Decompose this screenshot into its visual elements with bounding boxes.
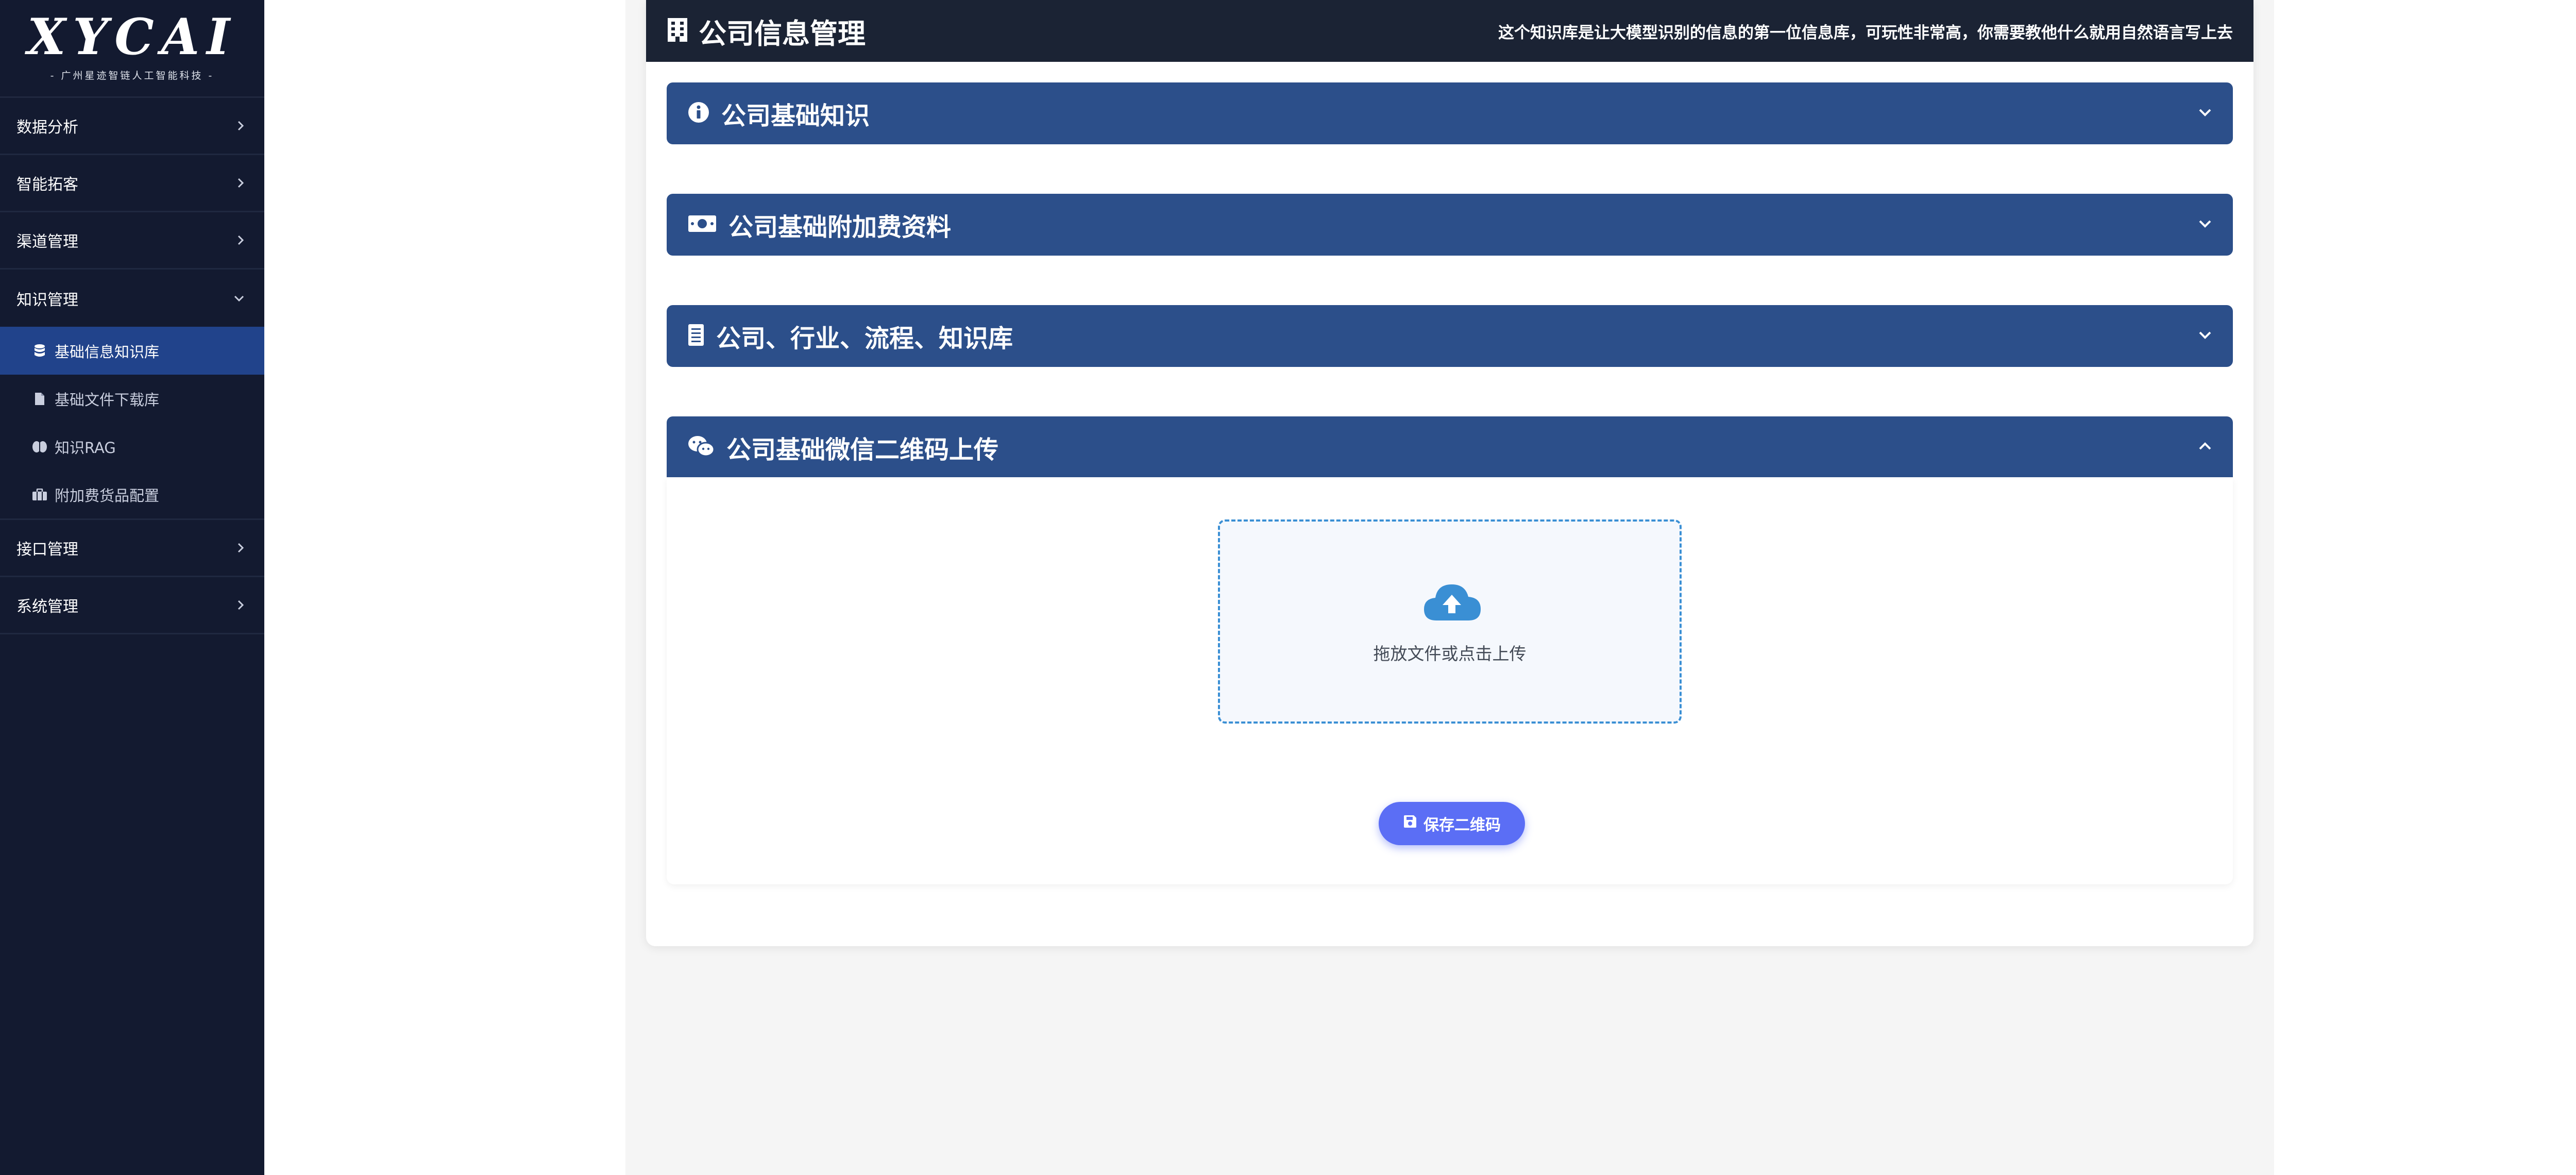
sidebar-item-label: 渠道管理 <box>16 233 78 251</box>
section-industry-process-kb[interactable]: 公司、行业、流程、知识库 <box>667 305 2233 367</box>
section-title: 公司基础附加费资料 <box>728 213 952 242</box>
section-title: 公司、行业、流程、知识库 <box>716 324 1013 353</box>
page-description: 这个知识库是让大模型识别的信息的第一位信息库，可玩性非常高，你需要教他什么就用自… <box>1498 23 2233 42</box>
sidebar-item-interface-management[interactable]: 接口管理 <box>0 520 264 577</box>
sidebar-item-label: 知识管理 <box>16 291 78 309</box>
sidebar-item-channel-management[interactable]: 渠道管理 <box>0 212 264 270</box>
section-title: 公司基础知识 <box>721 102 870 130</box>
sidebar-subitem-label: 附加费货品配置 <box>55 486 160 505</box>
save-icon <box>1403 814 1423 833</box>
money-bill-icon <box>687 213 717 236</box>
chevron-down-icon <box>233 270 245 327</box>
sidebar-item-label: 接口管理 <box>16 541 78 559</box>
logo: XYCAI - 广州星迹智链人工智能科技 - <box>0 0 264 98</box>
file-dropzone[interactable]: 拖放文件或点击上传 <box>1218 519 1682 724</box>
sidebar-subitem-label: 知识RAG <box>55 439 116 457</box>
sidebar-subitem-basic-info-kb[interactable]: 基础信息知识库 <box>0 327 264 375</box>
file-icon <box>32 391 47 407</box>
chevron-right-icon <box>236 577 245 633</box>
building-icon <box>667 17 688 45</box>
sidebar-item-system-management[interactable]: 系统管理 <box>0 577 264 634</box>
sidebar-subitem-label: 基础信息知识库 <box>55 343 160 361</box>
database-icon <box>32 343 47 359</box>
section-company-basic-knowledge[interactable]: 公司基础知识 <box>667 82 2233 144</box>
sidebar-item-knowledge-management[interactable]: 知识管理 <box>0 270 264 327</box>
info-circle-icon <box>687 101 710 126</box>
sidebar-item-label: 数据分析 <box>16 119 78 137</box>
page-title: 公司信息管理 <box>699 17 866 50</box>
chevron-down-icon <box>2198 108 2212 119</box>
save-button-label: 保存二维码 <box>1423 816 1501 834</box>
sidebar: XYCAI - 广州星迹智链人工智能科技 - 数据分析 智能拓客 渠道管理 知识… <box>0 0 264 1175</box>
sidebar-item-smart-prospecting[interactable]: 智能拓客 <box>0 155 264 212</box>
chevron-right-icon <box>236 520 245 576</box>
chevron-right-icon <box>236 155 245 211</box>
chevron-right-icon <box>236 98 245 154</box>
cloud-upload-icon <box>1421 579 1483 625</box>
sidebar-subitem-label: 基础文件下载库 <box>55 391 160 409</box>
sidebar-item-label: 系统管理 <box>16 598 78 616</box>
chevron-up-icon <box>2198 442 2212 453</box>
sidebar-item-data-analysis[interactable]: 数据分析 <box>0 98 264 155</box>
page-header: 公司信息管理 这个知识库是让大模型识别的信息的第一位信息库，可玩性非常高，你需要… <box>646 0 2253 62</box>
submenu-knowledge: 基础信息知识库 基础文件下载库 知识RAG 附加费货品配置 <box>0 327 264 520</box>
chevron-down-icon <box>2198 219 2212 230</box>
company-info-card: 公司信息管理 这个知识库是让大模型识别的信息的第一位信息库，可玩性非常高，你需要… <box>646 0 2253 946</box>
section-surcharge-materials[interactable]: 公司基础附加费资料 <box>667 194 2233 256</box>
wechat-icon <box>687 435 715 460</box>
book-icon <box>687 323 705 349</box>
chevron-right-icon <box>236 212 245 268</box>
section-wechat-qr-upload[interactable]: 公司基础微信二维码上传 <box>667 416 2233 478</box>
sidebar-item-label: 智能拓客 <box>16 176 78 194</box>
sidebar-subitem-surcharge-config[interactable]: 附加费货品配置 <box>0 471 264 518</box>
boxes-icon <box>32 487 47 502</box>
chevron-down-icon <box>2198 330 2212 342</box>
section-title: 公司基础微信二维码上传 <box>726 435 999 464</box>
logo-subtitle: - 广州星迹智链人工智能科技 - <box>50 70 214 81</box>
logo-text: XYCAI <box>27 8 238 66</box>
section-body-wechat-qr: 拖放文件或点击上传 保存二维码 <box>667 477 2233 884</box>
sidebar-subitem-file-download[interactable]: 基础文件下载库 <box>0 375 264 423</box>
brain-icon <box>32 439 47 455</box>
sidebar-subitem-knowledge-rag[interactable]: 知识RAG <box>0 423 264 471</box>
save-qr-button[interactable]: 保存二维码 <box>1379 802 1525 845</box>
dropzone-text: 拖放文件或点击上传 <box>1373 644 1527 664</box>
